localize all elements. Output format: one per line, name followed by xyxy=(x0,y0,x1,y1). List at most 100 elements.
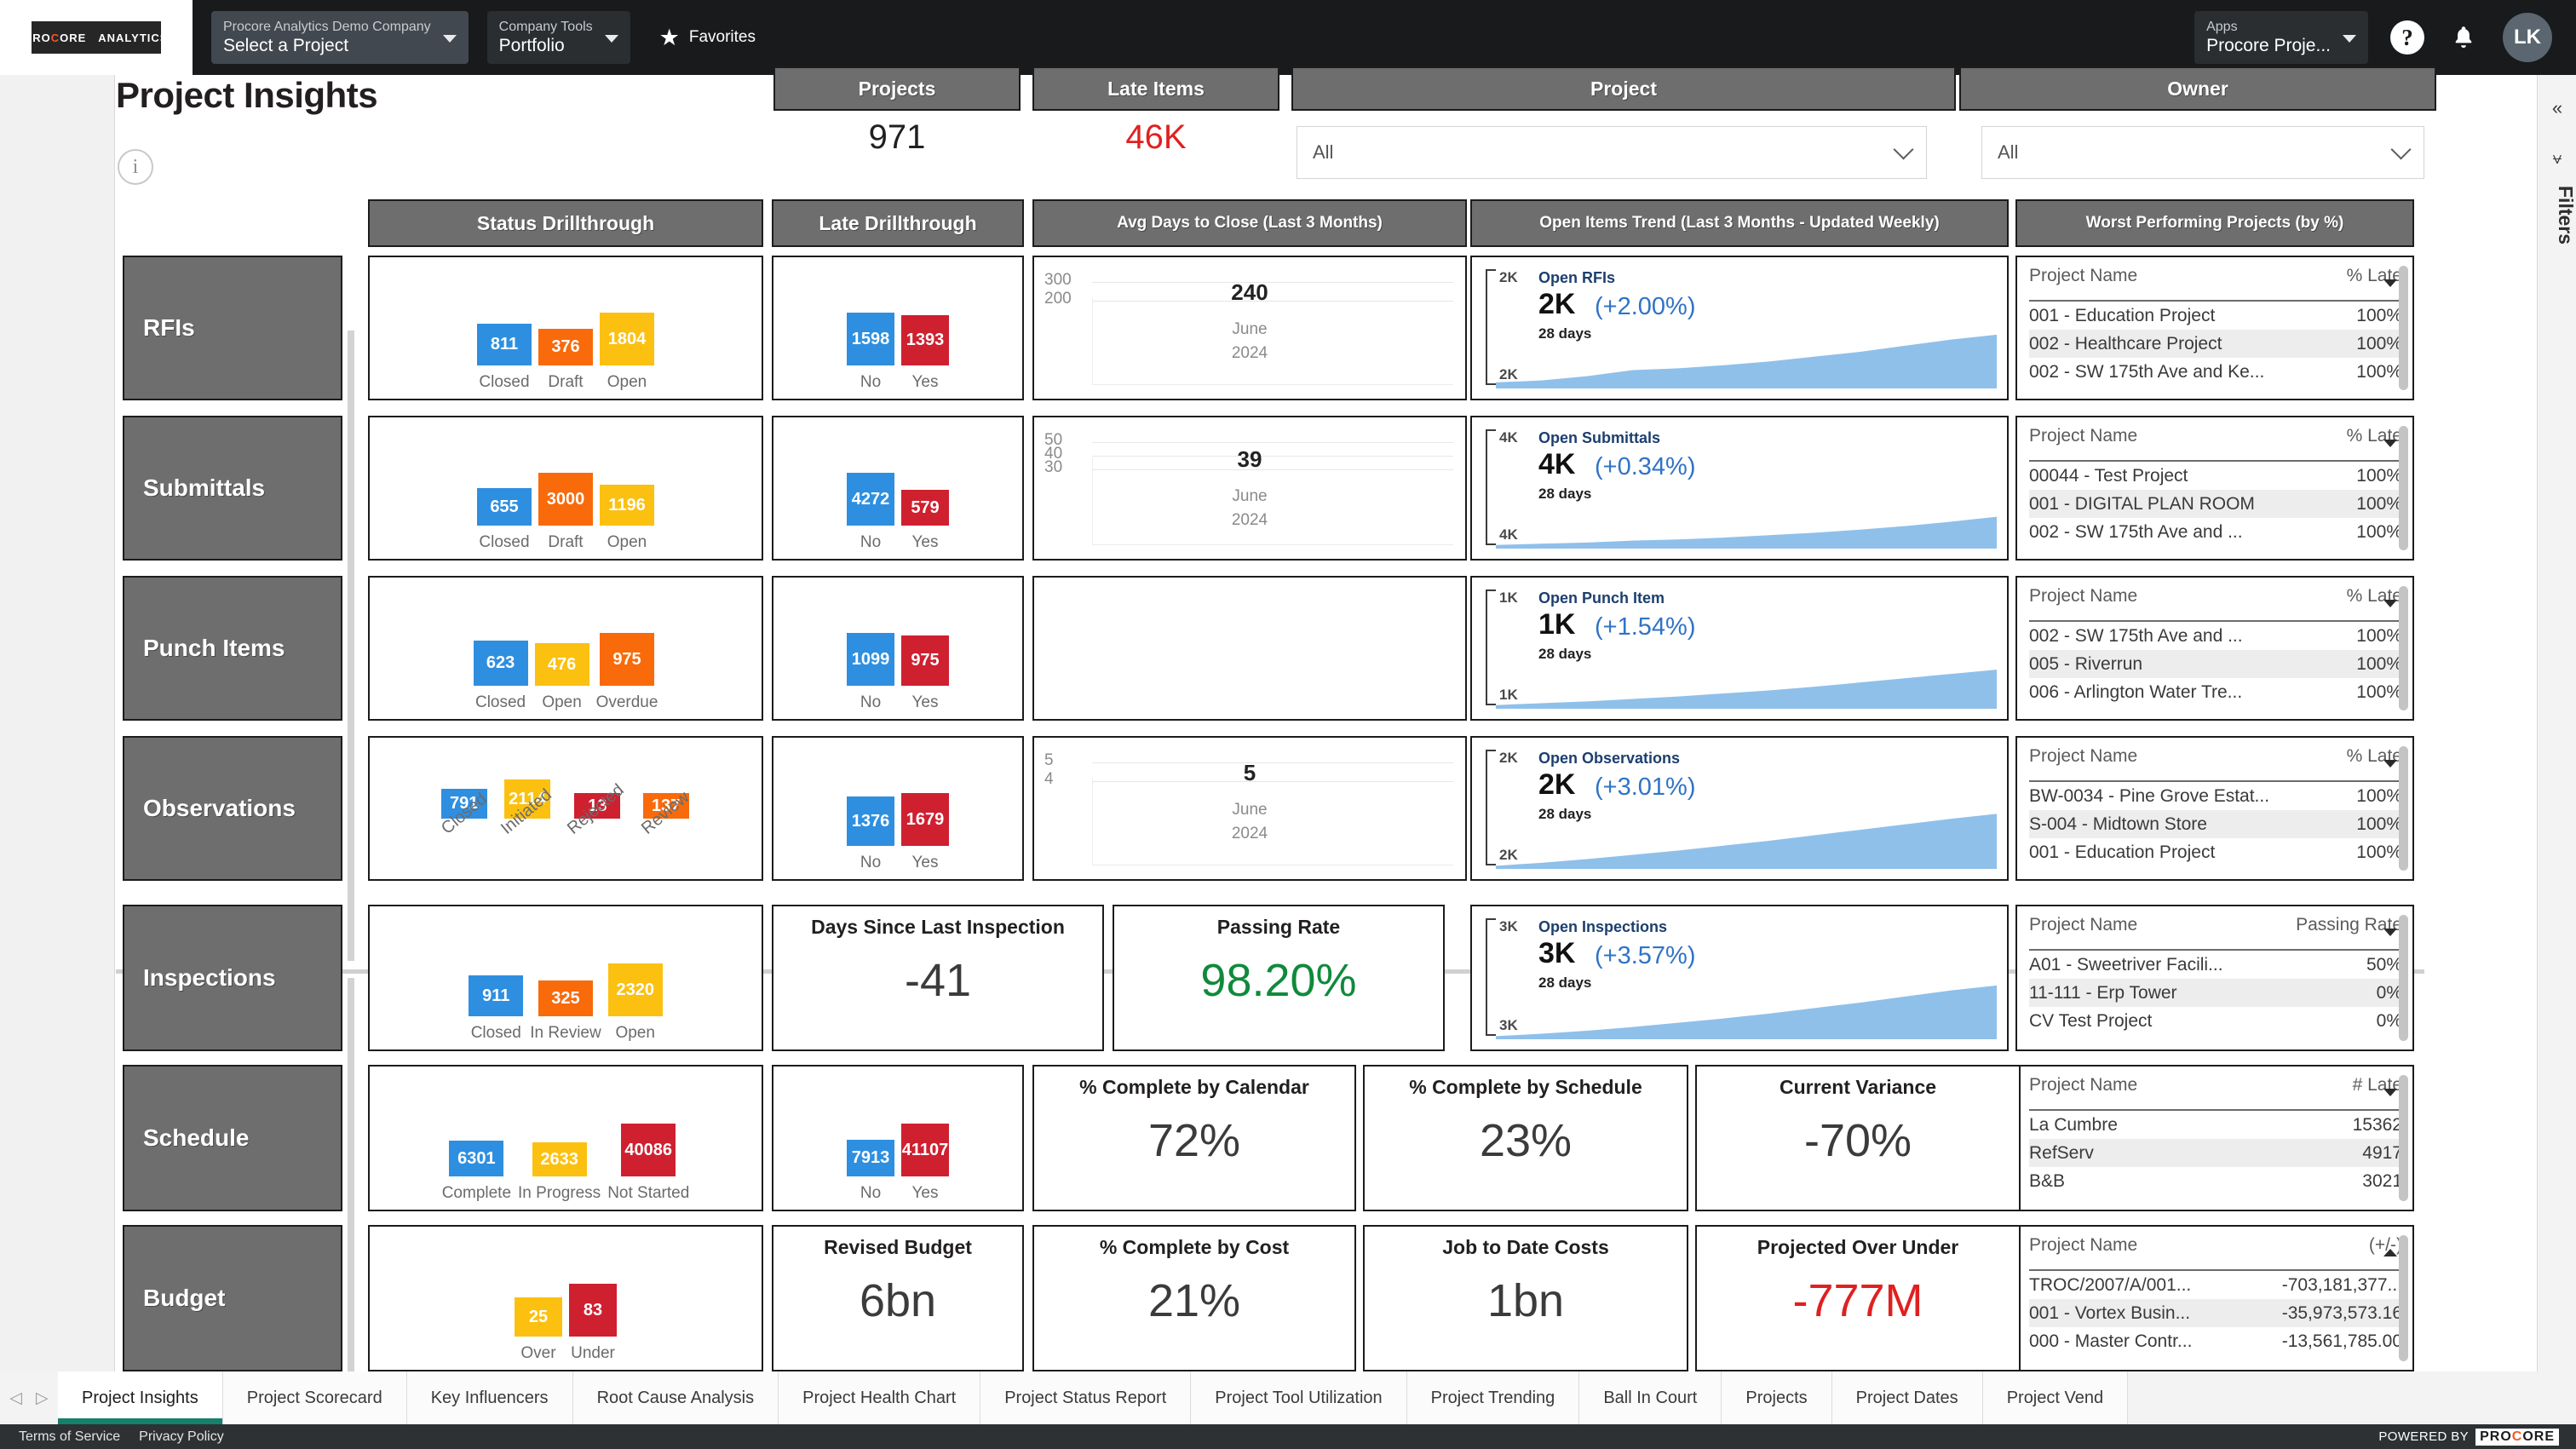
procore-analytics-logo[interactable]: PROCORE ANALYTICS xyxy=(0,0,193,75)
tab-project-health-chart[interactable]: Project Health Chart xyxy=(779,1371,980,1424)
late-drillthrough-card[interactable]: 1598No1393Yes xyxy=(772,256,1024,400)
table-column-header[interactable]: Project Name xyxy=(2029,1235,2369,1256)
table-row[interactable]: 006 - Arlington Water Tre...100% xyxy=(2029,678,2402,706)
table-row[interactable]: S-004 - Midtown Store100% xyxy=(2029,810,2402,838)
table-scrollbar[interactable] xyxy=(2399,1075,2408,1201)
late-drillthrough-card[interactable]: 4272No579Yes xyxy=(772,416,1024,561)
table-row[interactable]: A01 - Sweetriver Facili...50% xyxy=(2029,951,2402,979)
column-header-avg-days-to-close[interactable]: Avg Days to Close (Last 3 Months) xyxy=(1032,199,1467,247)
table-row[interactable]: RefServ4917 xyxy=(2029,1139,2402,1167)
status-bar-open[interactable]: 1196 xyxy=(600,485,654,526)
column-header-open-items-trend[interactable]: Open Items Trend (Last 3 Months - Update… xyxy=(1470,199,2009,247)
worst-performing-projects-card[interactable]: Project Name(+/-)TROC/2007/A/001...-703,… xyxy=(2015,1225,2414,1371)
column-header-worst-performing[interactable]: Worst Performing Projects (by %) xyxy=(2015,199,2414,247)
row-label-punch-items[interactable]: Punch Items xyxy=(123,576,342,721)
table-row[interactable]: 00044 - Test Project100% xyxy=(2029,462,2402,490)
kpi-card[interactable]: % Complete by Schedule23% xyxy=(1363,1065,1688,1211)
tab-root-cause-analysis[interactable]: Root Cause Analysis xyxy=(573,1371,779,1424)
row-label-submittals[interactable]: Submittals xyxy=(123,416,342,561)
table-row[interactable]: 001 - Education Project100% xyxy=(2029,302,2402,330)
tab-next-icon[interactable]: ▷ xyxy=(36,1389,49,1408)
company-tools-selector[interactable]: Company Tools Portfolio xyxy=(487,11,630,64)
tab-project-dates[interactable]: Project Dates xyxy=(1832,1371,1983,1424)
table-row[interactable]: BW-0034 - Pine Grove Estat...100% xyxy=(2029,782,2402,810)
kpi-header-projects[interactable]: Projects xyxy=(773,66,1021,111)
table-row[interactable]: TROC/2007/A/001...-703,181,377... xyxy=(2029,1271,2402,1299)
status-bar-yes[interactable]: 1393 xyxy=(901,315,949,365)
status-bar-open[interactable]: 476 xyxy=(535,643,589,686)
open-items-trend-card[interactable]: 2K2KOpen RFIs2K(+2.00%)28 days xyxy=(1470,256,2009,400)
kpi-card[interactable]: Projected Over Under-777M xyxy=(1695,1225,2021,1371)
table-row[interactable]: 002 - SW 175th Ave and ...100% xyxy=(2029,518,2402,546)
status-bar-yes[interactable]: 41107 xyxy=(901,1124,949,1176)
row-label-observations[interactable]: Observations xyxy=(123,736,342,881)
tab-project-insights[interactable]: Project Insights xyxy=(58,1371,223,1424)
kpi-card[interactable]: % Complete by Cost21% xyxy=(1032,1225,1356,1371)
status-drillthrough-card[interactable]: 811Closed376Draft1804Open xyxy=(368,256,763,400)
status-bar-no[interactable]: 1376 xyxy=(847,796,894,846)
row-label-schedule[interactable]: Schedule xyxy=(123,1065,342,1211)
slicer-header-owner[interactable]: Owner xyxy=(1959,66,2436,111)
column-header-status-drillthrough[interactable]: Status Drillthrough xyxy=(368,199,763,247)
table-row[interactable]: 000 - Master Contr...-13,561,785.00 xyxy=(2029,1327,2402,1355)
table-scrollbar[interactable] xyxy=(2399,586,2408,710)
avg-days-to-close-card[interactable]: 300200240June2024 xyxy=(1032,256,1467,400)
kpi-card[interactable]: % Complete by Calendar72% xyxy=(1032,1065,1356,1211)
status-bar-no[interactable]: 7913 xyxy=(847,1140,894,1176)
status-bar-over[interactable]: 25 xyxy=(515,1297,562,1337)
favorites-button[interactable]: ★ Favorites xyxy=(659,26,756,49)
avg-days-to-close-card[interactable] xyxy=(1032,576,1467,721)
kpi-card[interactable]: Revised Budget6bn xyxy=(772,1225,1024,1371)
status-bar-no[interactable]: 1598 xyxy=(847,313,894,365)
sort-caret-icon[interactable] xyxy=(2383,279,2397,287)
sort-caret-icon[interactable] xyxy=(2383,600,2397,607)
row-label-inspections[interactable]: Inspections xyxy=(123,905,342,1051)
table-column-header[interactable]: Project Name xyxy=(2029,1075,2353,1095)
tab-key-influencers[interactable]: Key Influencers xyxy=(407,1371,573,1424)
tab-project-status-report[interactable]: Project Status Report xyxy=(980,1371,1191,1424)
row-label-budget[interactable]: Budget xyxy=(123,1225,342,1371)
sort-caret-icon[interactable] xyxy=(2383,1249,2397,1256)
table-scrollbar[interactable] xyxy=(2399,915,2408,1041)
tab-projects[interactable]: Projects xyxy=(1722,1371,1831,1424)
table-row[interactable]: La Cumbre15362 xyxy=(2029,1111,2402,1139)
table-row[interactable]: 002 - SW 175th Ave and Ke...100% xyxy=(2029,358,2402,386)
table-column-header[interactable]: Project Name xyxy=(2029,266,2347,286)
status-bar-yes[interactable]: 1679 xyxy=(901,793,949,846)
tab-ball-in-court[interactable]: Ball In Court xyxy=(1579,1371,1722,1424)
worst-performing-projects-card[interactable]: Project Name% Late002 - SW 175th Ave and… xyxy=(2015,576,2414,721)
status-bar-closed[interactable]: 655 xyxy=(477,488,532,526)
table-scrollbar[interactable] xyxy=(2399,426,2408,550)
table-row[interactable]: CV Test Project0% xyxy=(2029,1007,2402,1035)
privacy-policy-link[interactable]: Privacy Policy xyxy=(139,1429,224,1445)
apps-selector[interactable]: Apps Procore Proje... xyxy=(2194,11,2368,64)
status-bar-draft[interactable]: 3000 xyxy=(538,473,593,526)
tab-prev-icon[interactable]: ◁ xyxy=(9,1389,22,1408)
terms-of-service-link[interactable]: Terms of Service xyxy=(19,1429,120,1445)
project-slicer[interactable]: All xyxy=(1297,126,1927,179)
open-items-trend-card[interactable]: 2K2KOpen Observations2K(+3.01%)28 days xyxy=(1470,736,2009,881)
owner-slicer[interactable]: All xyxy=(1981,126,2424,179)
table-column-header[interactable]: Project Name xyxy=(2029,426,2347,446)
status-bar-closed[interactable]: 911 xyxy=(469,975,523,1016)
status-bar-open[interactable]: 1804 xyxy=(600,313,654,365)
late-drillthrough-card[interactable]: 1099No975Yes xyxy=(772,576,1024,721)
company-project-selector[interactable]: Procore Analytics Demo Company Select a … xyxy=(211,11,469,64)
table-row[interactable]: 001 - Vortex Busin...-35,973,573.16 xyxy=(2029,1299,2402,1327)
worst-performing-projects-card[interactable]: Project Name% Late00044 - Test Project10… xyxy=(2015,416,2414,561)
status-bar-yes[interactable]: 975 xyxy=(901,635,949,686)
sort-caret-icon[interactable] xyxy=(2383,440,2397,447)
sort-caret-icon[interactable] xyxy=(2383,929,2397,936)
late-drillthrough-card[interactable]: 1376No1679Yes xyxy=(772,736,1024,881)
status-bar-no[interactable]: 1099 xyxy=(847,633,894,686)
status-drillthrough-card[interactable]: 655Closed3000Draft1196Open xyxy=(368,416,763,561)
table-column-header[interactable]: Project Name xyxy=(2029,586,2347,607)
info-icon[interactable]: i xyxy=(118,149,153,185)
status-bar-overdue[interactable]: 975 xyxy=(600,633,654,686)
table-row[interactable]: 001 - Education Project100% xyxy=(2029,838,2402,866)
table-scrollbar[interactable] xyxy=(2399,746,2408,871)
status-bar-not-started[interactable]: 40086 xyxy=(621,1124,676,1176)
kpi-card[interactable]: Passing Rate98.20% xyxy=(1113,905,1445,1051)
table-column-header[interactable]: Project Name xyxy=(2029,746,2347,767)
collapse-filters-icon[interactable]: « xyxy=(2538,97,2576,119)
